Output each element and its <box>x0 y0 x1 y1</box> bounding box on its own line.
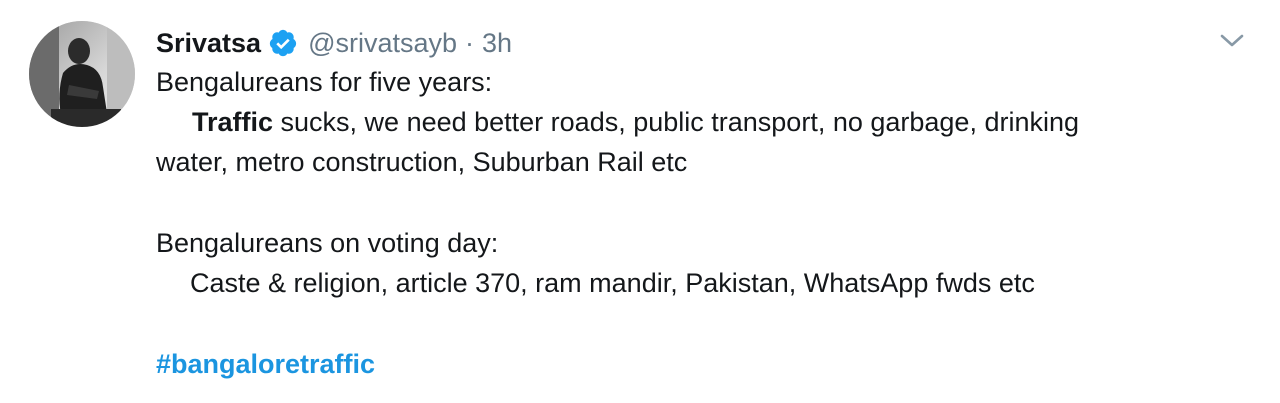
hashtag-link[interactable]: #bangaloretraffic <box>156 349 375 379</box>
text-line-4: Bengalureans on voting day: <box>156 228 499 258</box>
avatar-photo <box>29 21 135 127</box>
author-handle[interactable]: @srivatsayb <box>308 24 457 62</box>
verified-badge-icon <box>268 28 298 58</box>
text-line-3: water, metro construction, Suburban Rail… <box>156 147 688 177</box>
tweet-text: Bengalureans for five years: Traffic suc… <box>156 62 1256 384</box>
text-line-5: Caste & religion, article 370, ram mandi… <box>190 268 1035 298</box>
tweet-timestamp[interactable]: 3h <box>482 24 512 62</box>
tweet-header: Srivatsa @srivatsayb · 3h <box>156 24 1256 62</box>
tweet-card: Srivatsa @srivatsayb · 3h Bengalureans f… <box>0 0 1280 403</box>
chevron-down-icon[interactable] <box>1217 31 1247 51</box>
separator-dot: · <box>465 28 475 58</box>
tweet-body: Srivatsa @srivatsayb · 3h Bengalureans f… <box>156 24 1256 384</box>
text-line-2: Traffic sucks, we need better roads, pub… <box>156 102 1256 142</box>
avatar[interactable] <box>29 21 135 127</box>
hashtag-line: #bangaloretraffic <box>156 344 1256 384</box>
text-line-1: Bengalureans for five years: <box>156 67 493 97</box>
author-name[interactable]: Srivatsa <box>156 24 261 62</box>
text-line-2-rest: sucks, we need better roads, public tran… <box>273 107 1079 137</box>
bold-word: Traffic <box>192 107 274 137</box>
